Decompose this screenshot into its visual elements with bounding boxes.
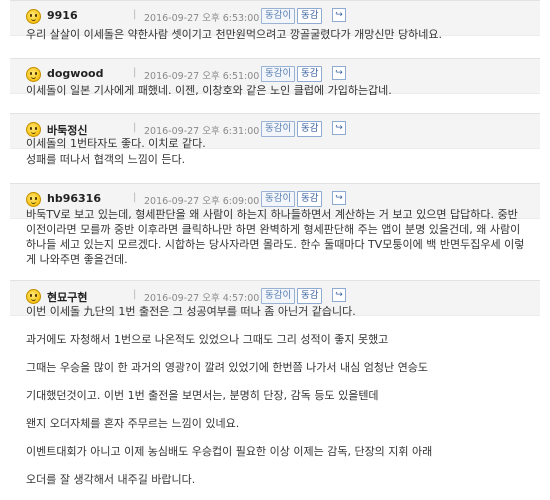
agree-button[interactable]: 동감	[297, 8, 323, 24]
comment-line: 이벤트대회가 아니고 이제 농심배도 우승컵이 필요한 이상 이제는 감독, 단…	[26, 445, 433, 458]
comment-line: 우리 살살이 이세돌은 약한사람 셋이기고 천만원먹으려고 깡골굴렸다가 개망신…	[26, 28, 443, 41]
comment-line: 이세돌이 일본 기사에게 패했네. 이젠, 이창호와 같은 노인 클럽에 가입하…	[26, 84, 392, 97]
separator: |	[133, 192, 137, 203]
like-button[interactable]: 동감이	[261, 121, 296, 137]
reply-arrow-icon[interactable]: ↪	[332, 121, 346, 135]
agree-button[interactable]: 동감	[297, 66, 323, 82]
comment-line: 바둑TV로 보고 있는데, 형세판단을 왜 사람이 하는지 하나들하면서 계산하…	[26, 208, 518, 221]
comment-body: 바둑TV로 보고 있는데, 형세판단을 왜 사람이 하는지 하나들하면서 계산하…	[26, 207, 534, 267]
comment-item: hb96316 | 2016-09-27 오후 6:09:00 동감이 동감 ↪…	[10, 183, 540, 277]
comment-item: 9916 | 2016-09-27 오후 6:53:00 동감이 동감 ↪ 우리…	[10, 0, 540, 55]
smiley-avatar-icon	[26, 289, 41, 304]
comment-line: 이번 이세돌 九단의 1번 출전은 그 성공여부를 떠나 좀 아닌거 같습니다.	[26, 305, 356, 318]
comment-username[interactable]: hb96316	[47, 192, 101, 205]
like-button[interactable]: 동감이	[261, 191, 296, 207]
comment-timestamp: 2016-09-27 오후 4:57:00	[144, 293, 260, 304]
agree-button[interactable]: 동감	[297, 288, 323, 304]
smiley-avatar-icon	[26, 122, 41, 137]
comment-line: 이전이라면 모를까 중반 이후라면 클릭하나만 하면 완벽하게 형세판단해 주는…	[26, 223, 521, 236]
comment-body: 이번 이세돌 九단의 1번 출전은 그 성공여부를 떠나 좀 아닌거 같습니다.…	[26, 304, 534, 500]
comment-timestamp: 2016-09-27 오후 6:09:00	[144, 196, 260, 207]
comment-line: 과거에도 자청해서 1번으로 나온적도 있었으나 그때도 그리 성적이 좋지 못…	[26, 333, 389, 346]
comment-username[interactable]: dogwood	[47, 67, 103, 80]
agree-button[interactable]: 동감	[297, 121, 323, 137]
comment-timestamp: 2016-09-27 오후 6:51:00	[144, 71, 260, 82]
comment-line: 하나들 세고 있는지 모르겠다. 시합하는 당사자라면 몰라도. 한수 둘때마다…	[26, 238, 525, 251]
comment-line: 게 나와주면 좋을건데.	[26, 253, 128, 266]
comment-line: 기대했던것이고. 이번 1번 출전을 보면서는, 분명히 단장, 감독 등도 있…	[26, 389, 379, 402]
comment-item: 바둑정신 | 2016-09-27 오후 6:31:00 동감이 동감 ↪ 이세…	[10, 113, 540, 180]
like-button[interactable]: 동감이	[261, 288, 296, 304]
comment-item: 현묘구현 | 2016-09-27 오후 4:57:00 동감이 동감 ↪ 이번…	[10, 280, 540, 486]
like-button[interactable]: 동감이	[261, 66, 296, 82]
comment-line: 오더를 잘 생각해서 내주길 바랍니다.	[26, 473, 196, 486]
comment-item: dogwood | 2016-09-27 오후 6:51:00 동감이 동감 ↪…	[10, 58, 540, 110]
comment-line: 왠지 오더자체를 혼자 주무르는 느낌이 있네요.	[26, 417, 240, 430]
comment-username[interactable]: 9916	[47, 9, 78, 22]
separator: |	[133, 9, 137, 20]
comment-line: 그때는 우승을 많이 한 과거의 영광?이 깔려 있었기에 한번쯤 나가서 내심…	[26, 361, 428, 374]
smiley-avatar-icon	[26, 192, 41, 207]
reply-arrow-icon[interactable]: ↪	[332, 66, 346, 80]
like-button[interactable]: 동감이	[261, 8, 296, 24]
reply-arrow-icon[interactable]: ↪	[332, 8, 346, 22]
comment-body: 이세돌의 1번타자도 좋다. 이치로 같다. 성패를 떠나서 협객의 느낌이 든…	[26, 136, 534, 168]
agree-button[interactable]: 동감	[297, 191, 323, 207]
comment-line: 성패를 떠나서 협객의 느낌이 든다.	[26, 153, 186, 166]
comment-body: 이세돌이 일본 기사에게 패했네. 이젠, 이창호와 같은 노인 클럽에 가입하…	[26, 83, 534, 99]
reply-arrow-icon[interactable]: ↪	[332, 288, 346, 302]
reply-arrow-icon[interactable]: ↪	[332, 191, 346, 205]
smiley-avatar-icon	[26, 9, 41, 24]
comment-line: 이세돌의 1번타자도 좋다. 이치로 같다.	[26, 137, 206, 150]
comment-body: 우리 살살이 이세돌은 약한사람 셋이기고 천만원먹으려고 깡골굴렸다가 개망신…	[26, 27, 534, 43]
comment-timestamp: 2016-09-27 오후 6:31:00	[144, 126, 260, 137]
comment-timestamp: 2016-09-27 오후 6:53:00	[144, 13, 260, 24]
separator: |	[133, 67, 137, 78]
smiley-avatar-icon	[26, 67, 41, 82]
separator: |	[133, 289, 137, 300]
separator: |	[133, 122, 137, 133]
comment-username[interactable]: 현묘구현	[47, 289, 87, 305]
